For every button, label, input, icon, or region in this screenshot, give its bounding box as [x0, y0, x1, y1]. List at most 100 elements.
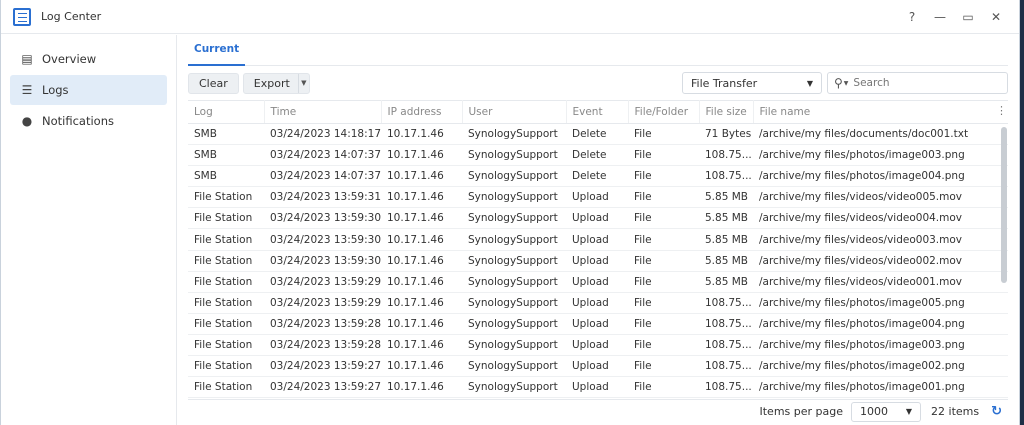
window-controls: ? — ▭ ✕ — [905, 10, 1019, 24]
table-cell: File — [628, 186, 699, 209]
log-type-select[interactable]: File Transfer ▼ — [682, 72, 822, 94]
column-header[interactable]: Time — [264, 100, 382, 124]
table-row[interactable]: File Station 03/24/2023 13:59:28 10.17.1.4… — [188, 313, 1008, 335]
table-cell: 03/24/2023 13:59:28 — [264, 334, 381, 357]
column-header[interactable]: IP address — [381, 100, 463, 124]
table-cell: 10.17.1.46 — [381, 123, 462, 146]
vertical-scrollbar[interactable] — [1000, 123, 1008, 398]
table-row[interactable]: File Station 03/24/2023 13:59:29 10.17.1.4… — [188, 271, 1008, 293]
table-cell: 03/24/2023 13:59:30 — [264, 228, 381, 251]
sidebar-item-logs[interactable]: ☰ Logs — [10, 75, 167, 105]
column-header[interactable]: File name — [753, 100, 1008, 124]
log-center-window: Log Center ? — ▭ ✕ ▤ Overview ☰ Logs ● N… — [0, 0, 1020, 425]
table-cell: File — [628, 123, 699, 146]
table-cell: /archive/my files/videos/video004.mov — [753, 207, 1008, 230]
table-cell: 10.17.1.46 — [381, 250, 462, 272]
scrollbar-thumb[interactable] — [1001, 127, 1007, 283]
table-cell: File Station — [188, 292, 264, 314]
table-row[interactable]: File Station 03/24/2023 13:59:28 10.17.1.4… — [188, 334, 1008, 357]
column-header[interactable]: File/Folder — [628, 100, 700, 124]
table-cell: 03/24/2023 13:59:30 — [264, 250, 381, 272]
clear-button[interactable]: Clear — [188, 72, 239, 94]
table-cell: /archive/my files/videos/video003.mov — [753, 228, 1008, 251]
close-icon[interactable]: ✕ — [989, 10, 1003, 24]
sidebar-item-label: Overview — [42, 52, 97, 66]
sidebar: ▤ Overview ☰ Logs ● Notifications — [1, 35, 177, 425]
table-row[interactable]: SMB 03/24/2023 14:07:37 10.17.1.46 Synology… — [188, 144, 1008, 167]
table-row[interactable]: File Station 03/24/2023 13:59:30 10.17.1.4… — [188, 228, 1008, 251]
search-icon: ⚲ — [834, 76, 843, 90]
table-cell: SynologySupport — [462, 292, 566, 314]
table-cell: File — [628, 355, 699, 378]
table-cell: Upload — [566, 376, 628, 398]
table-cell: File Station — [188, 313, 264, 335]
table-cell: File Station — [188, 250, 264, 272]
table-row[interactable]: File Station 03/24/2023 13:59:27 10.17.1.4… — [188, 376, 1008, 398]
table-cell: 03/24/2023 13:59:31 — [264, 186, 381, 209]
maximize-icon[interactable]: ▭ — [961, 10, 975, 24]
search-input[interactable] — [853, 77, 984, 89]
table-row[interactable]: SMB 03/24/2023 14:07:37 10.17.1.46 Synology… — [188, 165, 1008, 188]
table-cell: 10.17.1.46 — [381, 292, 462, 314]
table-cell: Upload — [566, 313, 628, 335]
table-cell: Upload — [566, 228, 628, 251]
table-row[interactable]: File Station 03/24/2023 13:59:27 10.17.1.4… — [188, 355, 1008, 378]
table-cell: File — [628, 292, 699, 314]
pagination-bar: Items per page 1000 ▼ 22 items ↻ — [188, 399, 1008, 423]
table-row[interactable]: File Station 03/24/2023 13:59:31 10.17.1.4… — [188, 186, 1008, 209]
table-cell: File — [628, 228, 699, 251]
table-cell: 5.85 MB — [699, 228, 753, 251]
column-menu-icon[interactable]: ⋮ — [996, 104, 1007, 117]
table-cell: File — [628, 376, 699, 398]
export-dropdown-icon[interactable]: ▼ — [297, 73, 309, 93]
help-icon[interactable]: ? — [905, 10, 919, 24]
table-row[interactable]: File Station 03/24/2023 13:59:30 10.17.1.4… — [188, 207, 1008, 230]
table-cell: 10.17.1.46 — [381, 165, 462, 188]
table-cell: Upload — [566, 355, 628, 378]
table-row[interactable]: File Station 03/24/2023 13:59:30 10.17.1.4… — [188, 250, 1008, 272]
table-cell: File — [628, 165, 699, 188]
table-cell: SynologySupport — [462, 313, 566, 335]
table-cell: 10.17.1.46 — [381, 186, 462, 209]
items-per-page-select[interactable]: 1000 ▼ — [851, 401, 922, 422]
table-row[interactable]: File Station 03/24/2023 13:59:29 10.17.1.4… — [188, 292, 1008, 314]
minimize-icon[interactable]: — — [933, 10, 947, 24]
column-header[interactable]: Event — [566, 100, 629, 124]
column-header[interactable]: Log — [188, 100, 265, 124]
table-cell: 108.75... — [699, 292, 753, 314]
sidebar-item-notifications[interactable]: ● Notifications — [10, 106, 167, 136]
search-options-icon[interactable]: ▼ — [844, 80, 849, 87]
window-title: Log Center — [41, 10, 102, 23]
table-cell: 10.17.1.46 — [381, 355, 462, 378]
sidebar-item-overview[interactable]: ▤ Overview — [10, 44, 167, 74]
column-header[interactable]: File size — [699, 100, 754, 124]
table-cell: SynologySupport — [462, 123, 566, 146]
log-type-value: File Transfer — [691, 76, 758, 90]
refresh-icon[interactable]: ↻ — [991, 404, 1002, 419]
table-cell: 10.17.1.46 — [381, 144, 462, 167]
table-cell: Upload — [566, 334, 628, 357]
table-cell: 108.75... — [699, 334, 753, 357]
table-cell: 03/24/2023 13:59:29 — [264, 271, 381, 293]
export-label: Export — [253, 76, 290, 90]
table-cell: File — [628, 207, 699, 230]
table-cell: /archive/my files/photos/image005.png — [753, 292, 1008, 314]
table-cell: Upload — [566, 271, 628, 293]
table-cell: /archive/my files/photos/image004.png — [753, 313, 1008, 335]
table-cell: 71 Bytes — [699, 123, 753, 146]
table-cell: 10.17.1.46 — [381, 313, 462, 335]
export-button[interactable]: Export ▼ — [242, 72, 310, 94]
toolbar: Clear Export ▼ File Transfer ▼ ⚲ ▼ — [188, 66, 1008, 100]
table-cell: File Station — [188, 207, 264, 230]
tab-current[interactable]: Current — [188, 43, 246, 66]
chevron-down-icon: ▼ — [806, 78, 813, 88]
column-header[interactable]: User — [462, 100, 567, 124]
table-cell: SynologySupport — [462, 250, 566, 272]
table-cell: 5.85 MB — [699, 186, 753, 209]
table-cell: SynologySupport — [462, 186, 566, 209]
table-cell: 10.17.1.46 — [381, 334, 462, 357]
search-box[interactable]: ⚲ ▼ — [827, 72, 1008, 94]
table-cell: SMB — [188, 144, 264, 167]
table-row[interactable]: SMB 03/24/2023 14:18:17 10.17.1.46 Synology… — [188, 123, 1008, 146]
table-cell: SynologySupport — [462, 228, 566, 251]
